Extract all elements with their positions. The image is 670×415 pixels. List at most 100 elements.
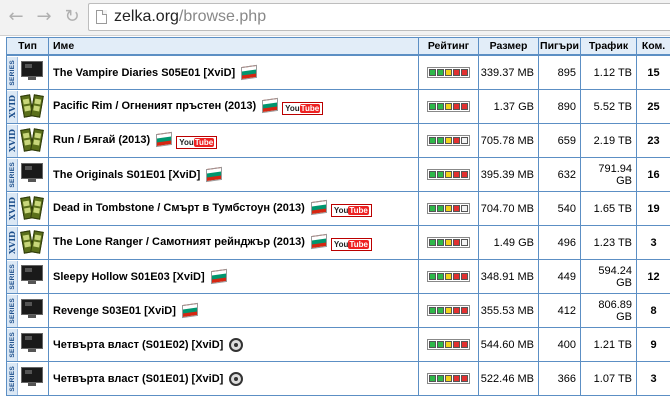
comments-cell[interactable]: 12 bbox=[636, 259, 670, 294]
category-cell[interactable]: SERIES bbox=[6, 157, 49, 192]
rating-segment bbox=[437, 204, 444, 212]
address-bar[interactable]: zelka.org/browse.php bbox=[88, 3, 670, 31]
category-cell[interactable]: XVID bbox=[6, 191, 49, 226]
table-row[interactable]: XVID Run / Бягай (2013) YouTube 705.78 MB 65… bbox=[6, 123, 670, 158]
rating-segment bbox=[445, 306, 452, 314]
size-cell: 339.37 MB bbox=[478, 54, 539, 90]
rating-segment bbox=[429, 136, 436, 144]
rating-segment bbox=[461, 238, 468, 246]
size-cell: 1.37 GB bbox=[478, 89, 539, 124]
comments-cell[interactable]: 23 bbox=[636, 123, 670, 158]
comments-cell[interactable]: 25 bbox=[636, 89, 670, 124]
category-cell[interactable]: XVID bbox=[6, 225, 49, 260]
rating-segment bbox=[445, 340, 452, 348]
category-cell[interactable]: XVID bbox=[6, 123, 49, 158]
youtube-trailer-icon[interactable]: YouTube bbox=[282, 101, 324, 115]
rating-segment bbox=[429, 374, 436, 382]
rating-segment bbox=[453, 68, 460, 76]
header-size[interactable]: Размер bbox=[478, 37, 539, 56]
rating-bar bbox=[427, 304, 470, 316]
table-row[interactable]: SERIES Четвърта власт (S01E02) [XviD] 544.… bbox=[6, 327, 670, 362]
header-name[interactable]: Име bbox=[48, 37, 419, 56]
category-cell[interactable]: SERIES bbox=[6, 259, 49, 294]
name-cell: Четвърта власт (S01E02) [XviD] bbox=[48, 327, 419, 362]
category-cell[interactable]: SERIES bbox=[6, 293, 49, 328]
rating-segment bbox=[453, 170, 460, 178]
url-host: zelka.org bbox=[114, 8, 179, 25]
category-cell[interactable]: XVID bbox=[6, 89, 49, 124]
rating-segment bbox=[429, 170, 436, 178]
size-cell: 355.53 MB bbox=[478, 293, 539, 328]
rating-segment bbox=[429, 340, 436, 348]
category-label: SERIES bbox=[7, 56, 18, 89]
torrent-name-link[interactable]: Pacific Rim / Огненият пръстен (2013) bbox=[53, 100, 256, 112]
torrent-name-link[interactable]: Dead in Tombstone / Смърт в Тумбстоун (2… bbox=[53, 202, 305, 214]
traffic-cell: 1.21 TB bbox=[580, 327, 637, 362]
comments-cell[interactable]: 19 bbox=[636, 191, 670, 226]
rating-segment bbox=[445, 238, 452, 246]
traffic-cell: 806.89 GB bbox=[580, 293, 637, 328]
url-text[interactable]: zelka.org/browse.php bbox=[114, 8, 266, 26]
header-type[interactable]: Тип bbox=[6, 37, 49, 56]
table-row[interactable]: XVID The Lone Ranger / Самотният рейнджър… bbox=[6, 225, 670, 260]
traffic-cell: 1.23 TB bbox=[580, 225, 637, 260]
category-cell[interactable]: SERIES bbox=[6, 54, 49, 90]
comments-cell[interactable]: 3 bbox=[636, 361, 670, 396]
torrent-name-link[interactable]: The Vampire Diaries S05E01 [XviD] bbox=[53, 67, 235, 79]
table-row[interactable]: XVID Dead in Tombstone / Смърт в Тумбстоу… bbox=[6, 191, 670, 226]
reload-icon[interactable]: ↻ bbox=[61, 6, 83, 28]
torrent-name-link[interactable]: Четвърта власт (S01E01) [XviD] bbox=[53, 373, 223, 385]
torrent-name-link[interactable]: The Originals S01E01 [XviD] bbox=[53, 169, 200, 181]
category-label: XVID bbox=[7, 226, 18, 259]
comments-cell[interactable]: 9 bbox=[636, 327, 670, 362]
torrent-name-link[interactable]: The Lone Ranger / Самотният рейнджър (20… bbox=[53, 236, 305, 248]
header-traffic[interactable]: Трафик bbox=[580, 37, 637, 56]
torrent-name-link[interactable]: Sleepy Hollow S01E03 [XviD] bbox=[53, 271, 205, 283]
table-row[interactable]: SERIES The Originals S01E01 [XviD] 395.39 … bbox=[6, 157, 670, 192]
table-row[interactable]: XVID Pacific Rim / Огненият пръстен (2013… bbox=[6, 89, 670, 124]
youtube-trailer-icon[interactable]: YouTube bbox=[330, 203, 372, 217]
rating-segment bbox=[461, 102, 468, 110]
forward-arrow-icon[interactable]: → bbox=[33, 6, 55, 28]
comments-cell[interactable]: 16 bbox=[636, 157, 670, 192]
tv-icon bbox=[21, 264, 43, 285]
tv-icon bbox=[21, 366, 43, 387]
header-rating[interactable]: Рейтинг bbox=[418, 37, 479, 56]
rating-bar bbox=[427, 168, 470, 180]
table-row[interactable]: SERIES Четвърта власт (S01E01) [XviD] 522.… bbox=[6, 361, 670, 396]
table-row[interactable]: SERIES Sleepy Hollow S01E03 [XviD] 348.91 … bbox=[6, 259, 670, 294]
header-comments[interactable]: Ком. bbox=[636, 37, 670, 56]
rating-bar bbox=[427, 100, 470, 112]
browser-toolbar: ← → ↻ zelka.org/browse.php bbox=[0, 0, 670, 36]
torrent-name-link[interactable]: Run / Бягай (2013) bbox=[53, 134, 150, 146]
rating-bar bbox=[427, 134, 470, 146]
name-cell: Четвърта власт (S01E01) [XviD] bbox=[48, 361, 419, 396]
rating-segment bbox=[445, 204, 452, 212]
category-label: SERIES bbox=[7, 294, 18, 327]
category-cell[interactable]: SERIES bbox=[6, 327, 49, 362]
page-icon bbox=[96, 10, 107, 24]
back-arrow-icon[interactable]: ← bbox=[5, 6, 27, 28]
comments-cell[interactable]: 15 bbox=[636, 54, 670, 90]
rating-segment bbox=[453, 102, 460, 110]
youtube-trailer-icon[interactable]: YouTube bbox=[176, 135, 218, 149]
rating-segment bbox=[429, 102, 436, 110]
size-cell: 544.60 MB bbox=[478, 327, 539, 362]
rating-segment bbox=[461, 306, 468, 314]
category-cell[interactable]: SERIES bbox=[6, 361, 49, 396]
rating-segment bbox=[437, 102, 444, 110]
traffic-cell: 2.19 TB bbox=[580, 123, 637, 158]
rating-segment bbox=[453, 204, 460, 212]
rating-segment bbox=[445, 136, 452, 144]
table-row[interactable]: SERIES The Vampire Diaries S05E01 [XviD] 3… bbox=[6, 54, 670, 90]
comments-cell[interactable]: 8 bbox=[636, 293, 670, 328]
table-row[interactable]: SERIES Revenge S03E01 [XviD] 355.53 MB 412 8… bbox=[6, 293, 670, 328]
torrent-name-link[interactable]: Четвърта власт (S01E02) [XviD] bbox=[53, 339, 223, 351]
youtube-trailer-icon[interactable]: YouTube bbox=[330, 237, 372, 251]
rating-segment bbox=[429, 68, 436, 76]
rating-cell bbox=[418, 123, 479, 158]
comments-cell[interactable]: 3 bbox=[636, 225, 670, 260]
header-seeders[interactable]: Пигъри bbox=[538, 37, 581, 56]
torrent-name-link[interactable]: Revenge S03E01 [XviD] bbox=[53, 305, 176, 317]
rating-cell bbox=[418, 225, 479, 260]
